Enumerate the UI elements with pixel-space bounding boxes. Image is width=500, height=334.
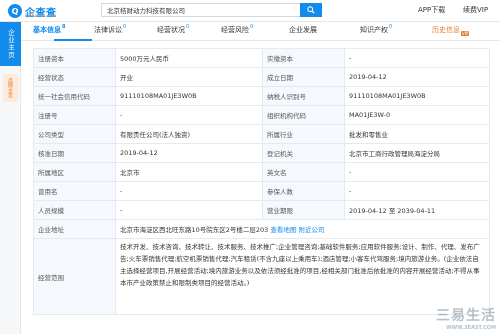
field-label: 英文名: [262, 162, 345, 182]
search-input[interactable]: 北京桔财动力科技有限公司: [101, 3, 301, 17]
vip-renew-link[interactable]: 续费VIP: [463, 5, 488, 15]
field-label: 公司类型: [33, 124, 116, 144]
field-label: 人员规模: [33, 200, 116, 220]
field-label: 组织机构代码: [262, 105, 345, 125]
field-label: 曾用名: [33, 181, 116, 201]
search-button[interactable]: [300, 3, 322, 17]
field-value: 2019-04-12 至 2039-04-11: [344, 200, 490, 220]
table-row: 统一社会信用代码 91110108MA01JE3W0B 纳税人识别号 91110…: [33, 86, 490, 106]
field-value: 2019-04-12: [115, 143, 263, 163]
tab-label: 经营风险: [221, 26, 249, 34]
table-row: 注册资本 5000万元人民币 实缴资本 -: [33, 48, 490, 68]
field-label: 经营状态: [33, 67, 116, 87]
watermark-url: WWW.3EAST.COM: [446, 325, 496, 331]
field-label: 营业期限: [262, 200, 345, 220]
field-label: 核准日期: [33, 143, 116, 163]
field-label: 纳税人识别号: [262, 86, 345, 106]
tab-ip[interactable]: 知识产权 0: [360, 24, 393, 35]
tab-label: 历史信息: [432, 26, 460, 34]
vip-badge: VIP: [461, 30, 470, 36]
watermark-text: 三易生活: [436, 308, 496, 324]
field-value: -: [115, 200, 263, 220]
tab-label: 法律诉讼: [94, 26, 122, 34]
left-sidebar: 企业主页 品牌主页: [0, 22, 21, 334]
field-value: 有限责任公司(法人独资): [115, 124, 263, 144]
table-row-address: 企业地址 北京市海淀区西北旺东路10号院东区2号楼二层203 查看地图 附近公司: [33, 219, 490, 239]
field-label: 参保人数: [262, 181, 345, 201]
field-value: MA01JE3W-0: [344, 105, 490, 125]
table-row: 经营状态 开业 成立日期 2019-04-12: [33, 67, 490, 87]
field-label: 成立日期: [262, 67, 345, 87]
field-value: -: [115, 181, 263, 201]
address-value: 北京市海淀区西北旺东路10号院东区2号楼二层203: [120, 226, 269, 234]
field-label: 所属行业: [262, 124, 345, 144]
table-row: 曾用名 - 参保人数 -: [33, 181, 490, 201]
field-value: -: [115, 105, 263, 125]
business-info-table: 注册资本 5000万元人民币 实缴资本 - 经营状态 开业 成立日期 2019-…: [33, 48, 490, 315]
tab-risk[interactable]: 经营风险 0: [221, 24, 254, 35]
field-label: 注册资本: [33, 48, 116, 68]
field-value: 91110108MA01JE3W0B: [115, 86, 263, 106]
tab-label: 基本信息: [33, 26, 61, 34]
active-tab-indicator: [54, 39, 92, 41]
tab-count: 8: [62, 24, 66, 30]
address-value-cell: 北京市海淀区西北旺东路10号院东区2号楼二层203 查看地图 附近公司: [115, 219, 490, 239]
table-row: 人员规模 - 营业期限 2019-04-12 至 2039-04-11: [33, 200, 490, 220]
app-download-link[interactable]: APP下载: [418, 5, 445, 15]
tab-count: 0: [123, 24, 127, 30]
search-icon: [307, 6, 315, 14]
nearby-companies-link[interactable]: 附近公司: [298, 226, 324, 234]
field-label: 经营范围: [33, 238, 116, 315]
tab-history[interactable]: 历史信息 VIP: [432, 25, 470, 36]
tab-label: 知识产权: [360, 26, 388, 34]
field-value: -: [344, 181, 490, 201]
view-map-link[interactable]: 查看地图: [270, 226, 296, 234]
field-label: 登记机关: [262, 143, 345, 163]
watermark-logo: 三易生活 WWW.3EAST.COM: [436, 305, 496, 331]
field-label: 实缴资本: [262, 48, 345, 68]
sidebar-item-company-home[interactable]: 企业主页: [0, 22, 21, 66]
tab-basic-info[interactable]: 基本信息 8: [33, 24, 66, 35]
table-row: 公司类型 有限责任公司(法人独资) 所属行业 批发和零售业: [33, 124, 490, 144]
field-label: 企业地址: [33, 219, 116, 239]
tab-count: 0: [389, 24, 393, 30]
tab-count: 0: [250, 24, 254, 30]
table-row: 所属地区 北京市 英文名 -: [33, 162, 490, 182]
field-label: 统一社会信用代码: [33, 86, 116, 106]
business-scope-value: 技术开发、技术咨询、技术转让、技术服务、技术推广;企业管理咨询;基础软件服务;应…: [115, 238, 490, 315]
tab-operations[interactable]: 经营状况 0: [157, 24, 190, 35]
top-header: Q 企查查 qichacha.com 北京桔财动力科技有限公司 APP下载 续费…: [0, 0, 500, 22]
field-value: 开业: [115, 67, 263, 87]
tab-development[interactable]: 企业发展: [289, 25, 318, 35]
table-row-scope: 经营范围 技术开发、技术咨询、技术转让、技术服务、技术推广;企业管理咨询;基础软…: [33, 238, 490, 315]
tab-label: 企业发展: [289, 26, 317, 34]
logo-icon: Q: [8, 4, 22, 18]
field-value: 91110108MA01JE3W0B: [344, 86, 490, 106]
field-label: 所属地区: [33, 162, 116, 182]
tab-legal[interactable]: 法律诉讼 0: [94, 24, 127, 35]
search-input-value: 北京桔财动力科技有限公司: [107, 7, 185, 15]
tab-label: 经营状况: [157, 26, 185, 34]
field-value: 5000万元人民币: [115, 48, 263, 68]
tab-count: 0: [186, 24, 190, 30]
field-value: 2019-04-12: [344, 67, 490, 87]
field-value: 北京市: [115, 162, 263, 182]
field-label: 注册号: [33, 105, 116, 125]
field-value: 批发和零售业: [344, 124, 490, 144]
field-value: -: [344, 162, 490, 182]
table-row: 核准日期 2019-04-12 登记机关 北京市工商行政管理局海淀分局: [33, 143, 490, 163]
table-row: 注册号 - 组织机构代码 MA01JE3W-0: [33, 105, 490, 125]
field-value: -: [344, 48, 490, 68]
tab-bar: 基本信息 8 法律诉讼 0 经营状况 0 经营风险 0 企业发展 知识产权 0 历史信息 V…: [21, 22, 500, 41]
sidebar-item-brand-home[interactable]: 品牌主页: [3, 74, 18, 102]
logo-domain: qichacha.com: [25, 14, 57, 19]
field-value: 北京市工商行政管理局海淀分局: [344, 143, 490, 163]
